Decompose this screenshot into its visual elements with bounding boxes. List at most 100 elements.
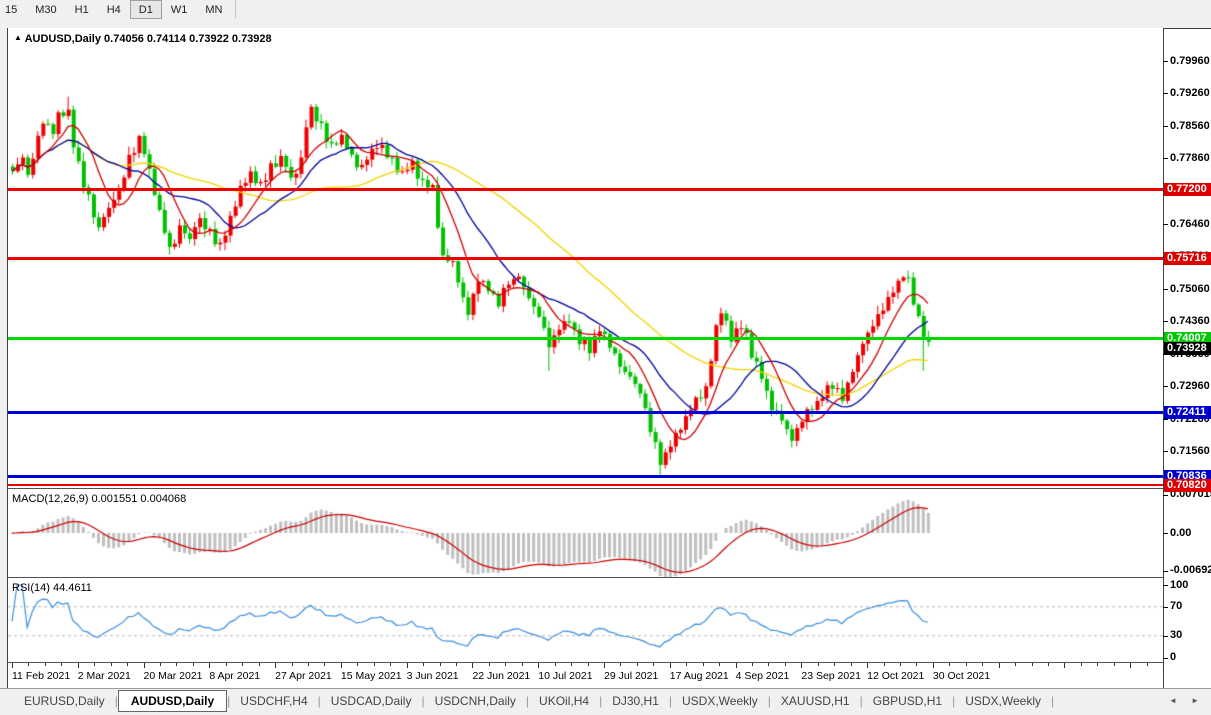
level-line-0.77200[interactable]	[8, 188, 1163, 192]
tab-usdchf-h4[interactable]: USDCHF,H4	[230, 689, 317, 712]
date-tick	[456, 663, 457, 666]
rsi-tick-label: 70	[1170, 600, 1183, 613]
date-tick	[1080, 663, 1082, 666]
price-tick-mark	[1163, 386, 1168, 388]
date-axis[interactable]: 11 Feb 2021 2 Mar 2021 20 Mar 2021 8 Apr 20…	[8, 663, 1165, 687]
current-price-label: 0.73928	[1164, 342, 1211, 356]
price-tick-label: 0.79960	[1170, 54, 1210, 67]
tab-usdx-weekly[interactable]: USDX,Weekly	[672, 689, 768, 712]
macd-tick-label: -0.006923	[1170, 564, 1211, 576]
date-label: 30 Oct 2021	[932, 670, 991, 682]
timeframe-button-h4[interactable]: H4	[98, 0, 130, 19]
date-tick	[340, 663, 342, 668]
timeframe-button-h1[interactable]: H1	[66, 0, 98, 19]
date-tick	[867, 663, 869, 668]
macd-tick-label: 0.00	[1170, 526, 1192, 539]
level-line-0.70820[interactable]	[8, 484, 1163, 487]
tab-xauusd-h1[interactable]: XAUUSD,H1	[771, 689, 860, 712]
price-tick-label: 0.76460	[1170, 217, 1210, 230]
rsi-tick-mark	[1163, 606, 1168, 608]
level-line-0.72411[interactable]	[8, 410, 1163, 414]
rsi-tick-label: 30	[1170, 629, 1183, 642]
date-tick	[390, 663, 392, 666]
rsi-tick-label: 100	[1170, 578, 1189, 591]
date-tick	[554, 663, 556, 666]
date-tick	[143, 663, 145, 668]
level-price-label: 0.72411	[1164, 405, 1211, 419]
date-label: 23 Sep 2021	[801, 670, 861, 682]
price-tick-mark	[1163, 60, 1168, 62]
date-tick	[110, 663, 112, 666]
date-tick	[965, 663, 967, 666]
tab-gbpusd-h1[interactable]: GBPUSD,H1	[863, 689, 952, 712]
price-tick-mark	[1163, 223, 1168, 225]
timeframe-button-mn[interactable]: MN	[196, 0, 231, 19]
tab-ukoil-h4[interactable]: UKOil,H4	[529, 689, 599, 712]
date-label: 10 Jul 2021	[538, 670, 593, 682]
level-line-0.74007[interactable]	[8, 336, 1163, 340]
date-tick	[932, 663, 934, 668]
tab-eurusd-daily[interactable]: EURUSD,Daily	[14, 689, 115, 712]
date-tick	[784, 663, 786, 666]
date-tick	[702, 663, 704, 666]
panel-separator[interactable]	[8, 577, 1163, 578]
date-tick	[44, 663, 46, 666]
collapse-arrow-icon[interactable]: ▲	[14, 33, 22, 42]
date-label: 15 May 2021	[340, 670, 402, 682]
panel-separator[interactable]	[8, 488, 1163, 489]
date-tick	[982, 663, 984, 666]
date-tick	[521, 663, 523, 666]
level-price-label: 0.75716	[1164, 252, 1211, 266]
date-tick	[373, 663, 375, 666]
timeframe-button-w1[interactable]: W1	[162, 0, 197, 19]
level-line-0.75716[interactable]	[8, 257, 1163, 261]
tab-dj30-h1[interactable]: DJ30,H1	[602, 689, 669, 712]
date-tick	[1146, 663, 1148, 666]
price-tick-label: 0.75060	[1170, 282, 1210, 295]
chart-symbol-label: AUDUSD,Daily	[24, 33, 101, 45]
tab-usdcnh-daily[interactable]: USDCNH,Daily	[425, 689, 526, 712]
date-tick	[949, 663, 951, 666]
timeframe-button-m30[interactable]: M30	[26, 0, 65, 19]
price-axis-border	[1163, 28, 1164, 688]
tab-usdcad-daily[interactable]: USDCAD,Daily	[321, 689, 422, 712]
date-tick	[61, 663, 63, 666]
tab-separator: |	[1051, 694, 1055, 708]
level-line-0.70836[interactable]	[8, 474, 1163, 478]
chart-ohlc-values: 0.74056 0.74114 0.73922 0.73928	[104, 33, 272, 45]
timeframe-button-d1[interactable]: D1	[129, 0, 162, 20]
tab-scroll-arrows-icon[interactable]: ◄ ►	[1169, 696, 1205, 705]
timeframe-button-15[interactable]: 15	[0, 0, 26, 19]
date-tick	[406, 663, 408, 668]
date-tick	[604, 663, 606, 668]
rsi-tick-mark	[1163, 657, 1168, 659]
date-tick	[94, 663, 96, 666]
date-tick	[1113, 663, 1115, 666]
timeframe-toolbar: 15 M30 H1 H4 D1 W1 MN	[0, 0, 1211, 29]
date-tick	[423, 663, 425, 666]
date-tick	[817, 663, 819, 666]
date-tick	[636, 663, 638, 666]
date-tick	[225, 663, 227, 666]
date-label: 12 Oct 2021	[867, 670, 925, 682]
date-label: 11 Feb 2021	[12, 670, 71, 682]
rsi-indicator-chart[interactable]	[8, 579, 1163, 662]
date-tick	[439, 663, 441, 666]
tab-usdx-weekly[interactable]: USDX,Weekly	[955, 689, 1051, 712]
date-tick	[258, 663, 260, 666]
date-tick	[1097, 663, 1099, 666]
date-tick	[669, 663, 671, 668]
price-tick-label: 0.74360	[1170, 315, 1210, 328]
date-label: 20 Mar 2021	[143, 670, 203, 682]
price-tick-mark	[1163, 451, 1168, 453]
macd-tick-mark	[1163, 494, 1168, 496]
tab-audusd-daily[interactable]: AUDUSD,Daily	[117, 690, 228, 712]
date-tick	[275, 663, 277, 668]
date-tick	[587, 663, 589, 666]
date-tick	[900, 663, 902, 666]
price-tick-mark	[1163, 125, 1168, 127]
date-tick	[719, 663, 721, 666]
price-tick-label: 0.77860	[1170, 152, 1210, 165]
chart-tab-bar: EURUSD,Daily | AUDUSD,Daily | USDCHF,H4 | USDC…	[0, 688, 1211, 715]
date-tick	[488, 663, 490, 666]
